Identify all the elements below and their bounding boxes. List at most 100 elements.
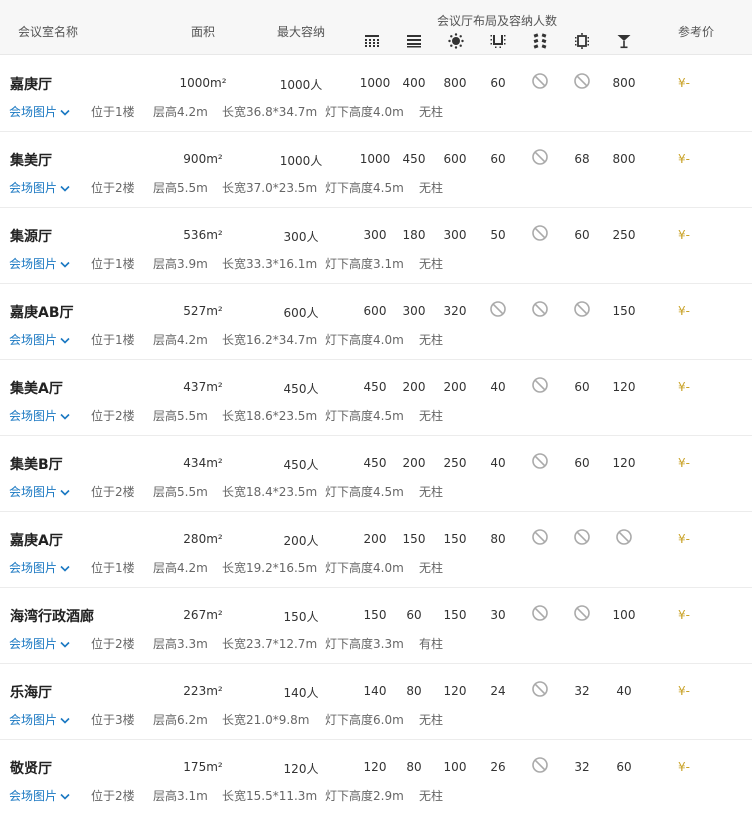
room-light-height: 灯下高度4.5m [325, 485, 404, 499]
layout-capacity: 450 [363, 456, 387, 470]
layout-capacity: 60 [574, 228, 590, 242]
layout-capacity: 250 [612, 228, 636, 242]
room-floor: 位于3楼 [91, 713, 135, 727]
layout-capacity: 60 [574, 380, 590, 394]
layout-capacity: 150 [443, 532, 467, 546]
chevron-down-icon [60, 717, 70, 724]
room-light-height: 灯下高度4.5m [325, 409, 404, 423]
room-capacity: 300人 [283, 230, 319, 244]
room-light-height: 灯下高度4.0m [325, 333, 404, 347]
room-price: ¥- [678, 228, 690, 242]
not-available-icon [490, 301, 506, 317]
layout-capacity: 150 [402, 532, 426, 546]
header-price: 参考价 [678, 25, 715, 39]
not-available-icon [574, 301, 590, 317]
room-area: 437m² [183, 380, 223, 394]
room-floor: 位于1楼 [91, 561, 135, 575]
room-pillar: 无柱 [419, 713, 444, 727]
table-row: 集美A厅 437m² 450人 450 200 200 40 60 120 ¥- 会场图片 位于2楼 层… [0, 360, 752, 436]
room-dimensions: 长宽21.0*9.8m [222, 713, 310, 727]
room-capacity: 600人 [283, 306, 319, 320]
venue-photos-label: 会场图片 [9, 181, 58, 195]
layout-capacity: 26 [490, 760, 506, 774]
venue-photos-label: 会场图片 [9, 637, 58, 651]
venue-photos-label: 会场图片 [9, 409, 58, 423]
banquet-layout-icon [448, 33, 464, 49]
layout-capacity: 50 [490, 228, 506, 242]
layout-capacity: 120 [612, 380, 636, 394]
layout-capacity: 60 [406, 608, 422, 622]
room-light-height: 灯下高度4.0m [325, 561, 404, 575]
room-dimensions: 长宽37.0*23.5m [222, 181, 318, 195]
layout-capacity: 30 [490, 608, 506, 622]
layout-capacity: 60 [616, 760, 632, 774]
room-ceiling-height: 层高4.2m [153, 105, 208, 119]
layout-capacity: 300 [443, 228, 467, 242]
chevron-down-icon [60, 793, 70, 800]
room-dimensions: 长宽18.6*23.5m [222, 409, 318, 423]
layout-capacity: 800 [612, 152, 636, 166]
room-floor: 位于2楼 [91, 637, 135, 651]
room-floor: 位于1楼 [91, 105, 135, 119]
chevron-down-icon [60, 185, 70, 192]
room-area: 434m² [183, 456, 223, 470]
room-dimensions: 长宽15.5*11.3m [222, 789, 318, 803]
venue-photos-toggle[interactable]: 会场图片 [9, 103, 70, 120]
layout-capacity: 120 [443, 684, 467, 698]
layout-capacity: 80 [406, 760, 422, 774]
theater-layout-icon [365, 35, 379, 47]
not-available-icon [532, 453, 548, 469]
room-pillar: 有柱 [419, 637, 444, 651]
room-light-height: 灯下高度4.0m [325, 105, 404, 119]
venue-photos-toggle[interactable]: 会场图片 [9, 179, 70, 196]
room-price: ¥- [678, 684, 690, 698]
room-floor: 位于2楼 [91, 409, 135, 423]
venue-photos-toggle[interactable]: 会场图片 [9, 255, 70, 272]
room-light-height: 灯下高度6.0m [325, 713, 404, 727]
table-row: 嘉庚厅 1000m² 1000人 1000 400 800 60 800 ¥- 会场图片 位于1楼 层… [0, 56, 752, 132]
layout-capacity: 200 [402, 380, 426, 394]
layout-capacity: 120 [363, 760, 387, 774]
venue-photos-toggle[interactable]: 会场图片 [9, 483, 70, 500]
room-dimensions: 长宽18.4*23.5m [222, 485, 318, 499]
layout-capacity: 150 [363, 608, 387, 622]
room-area: 900m² [183, 152, 223, 166]
chevron-down-icon [60, 337, 70, 344]
venue-photos-toggle[interactable]: 会场图片 [9, 711, 70, 728]
room-name: 嘉庚AB厅 [10, 305, 74, 321]
room-light-height: 灯下高度2.9m [325, 789, 404, 803]
chevron-down-icon [60, 413, 70, 420]
room-pillar: 无柱 [419, 257, 444, 271]
room-capacity: 450人 [283, 458, 319, 472]
room-floor: 位于2楼 [91, 181, 135, 195]
venue-photos-toggle[interactable]: 会场图片 [9, 787, 70, 804]
layout-capacity: 200 [443, 380, 467, 394]
venue-photos-toggle[interactable]: 会场图片 [9, 559, 70, 576]
room-area: 280m² [183, 532, 223, 546]
room-capacity: 200人 [283, 534, 319, 548]
room-floor: 位于2楼 [91, 485, 135, 499]
room-name: 乐海厅 [10, 685, 52, 701]
room-ceiling-height: 层高6.2m [153, 713, 208, 727]
room-name: 嘉庚厅 [10, 77, 52, 93]
room-price: ¥- [678, 532, 690, 546]
layout-capacity: 32 [574, 684, 590, 698]
layout-capacity: 100 [612, 608, 636, 622]
table-row: 嘉庚AB厅 527m² 600人 600 300 320 150 ¥- 会场图片 位于1楼 层高4.… [0, 284, 752, 360]
venue-photos-toggle[interactable]: 会场图片 [9, 407, 70, 424]
table-header: 会议室名称 面积 最大容纳 会议厅布局及容纳人数 参考价 [0, 0, 752, 55]
header-area: 面积 [191, 25, 216, 39]
not-available-icon [532, 757, 548, 773]
room-pillar: 无柱 [419, 181, 444, 195]
layout-capacity: 60 [490, 76, 506, 90]
layout-capacity: 24 [490, 684, 506, 698]
not-available-icon [574, 73, 590, 89]
venue-photos-toggle[interactable]: 会场图片 [9, 635, 70, 652]
layout-capacity: 40 [490, 456, 506, 470]
layout-capacity: 250 [443, 456, 467, 470]
room-pillar: 无柱 [419, 105, 444, 119]
venue-photos-toggle[interactable]: 会场图片 [9, 331, 70, 348]
venue-photos-label: 会场图片 [9, 105, 58, 119]
room-capacity: 450人 [283, 382, 319, 396]
layout-capacity: 300 [363, 228, 387, 242]
